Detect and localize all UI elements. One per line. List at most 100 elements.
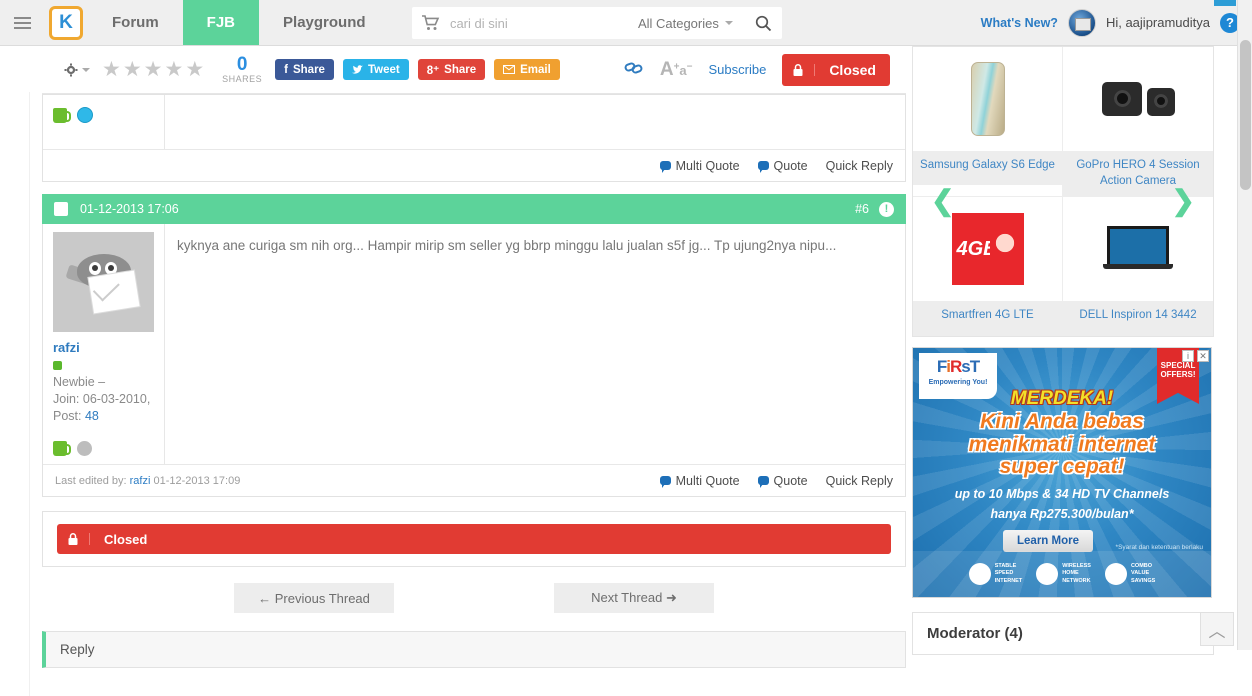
- speed-icon: [969, 563, 991, 585]
- thread-rating[interactable]: ★ ★ ★ ★ ★: [102, 59, 218, 80]
- ad-controls: i ✕: [1182, 350, 1209, 362]
- thread-closed-button[interactable]: Closed: [782, 54, 890, 86]
- share-count-label: SHARES: [218, 74, 266, 84]
- product-card[interactable]: GoPro HERO 4 Session Action Camera: [1063, 47, 1213, 197]
- post-footer: Multi Quote Quote Quick Reply: [43, 149, 905, 181]
- googleplus-share-button[interactable]: 8⁺ Share: [418, 59, 485, 80]
- nav-link-playground[interactable]: Playground: [259, 0, 390, 45]
- chevron-up-icon: ︿: [1209, 617, 1226, 642]
- twitter-share-button[interactable]: Tweet: [343, 59, 409, 80]
- chain-link-icon[interactable]: [624, 60, 644, 79]
- next-thread-button[interactable]: Next Thread ➜: [554, 583, 714, 613]
- post-number[interactable]: #6: [855, 202, 869, 216]
- report-icon[interactable]: !: [879, 202, 894, 217]
- ad-details: up to 10 Mbps & 34 HD TV Channels hanya …: [913, 484, 1211, 524]
- thread-closed-panel: Closed: [42, 511, 906, 567]
- sidebar: Samsung Galaxy S6 Edge GoPro HERO 4 Sess…: [912, 46, 1214, 655]
- ad-brand-tagline: Empowering You!: [919, 379, 997, 386]
- advertisement-banner[interactable]: FiRsT Empowering You! SPECIAL OFFERS! i …: [912, 347, 1212, 598]
- category-select[interactable]: All Categories: [626, 16, 745, 31]
- ad-feature: WIRELESSHOMENETWORK: [1036, 563, 1091, 585]
- smiley-blue-icon[interactable]: [77, 107, 93, 123]
- scrollbar-thumb[interactable]: [1240, 40, 1251, 190]
- mug-icon[interactable]: [53, 441, 67, 456]
- ad-learn-more-button[interactable]: Learn More: [1003, 530, 1093, 552]
- envelope-icon: [503, 65, 515, 74]
- multi-quote-button[interactable]: Multi Quote: [660, 159, 740, 173]
- savings-icon: [1105, 563, 1127, 585]
- product-card[interactable]: 4GB Smartfren 4G LTE: [913, 197, 1063, 336]
- ad-brand-name: FiRsT: [919, 357, 997, 377]
- chevron-right-icon[interactable]: ❯: [1172, 187, 1195, 215]
- product-name[interactable]: Samsung Galaxy S6 Edge: [913, 151, 1062, 185]
- last-edited-prefix: Last edited by:: [55, 475, 127, 487]
- quick-reply-button[interactable]: Quick Reply: [826, 159, 893, 173]
- rating-star[interactable]: ★: [102, 59, 121, 80]
- product-name[interactable]: Smartfren 4G LTE: [913, 301, 1062, 335]
- multi-quote-button[interactable]: Multi Quote: [660, 474, 740, 488]
- whats-new-link[interactable]: What's New?: [981, 16, 1058, 30]
- twitter-share-label: Tweet: [368, 64, 400, 76]
- moderator-panel: Moderator (4): [912, 612, 1214, 655]
- nav-link-fjb[interactable]: FJB: [183, 0, 259, 45]
- googleplus-share-label: Share: [444, 64, 476, 76]
- facebook-share-button[interactable]: f Share: [275, 59, 334, 80]
- speech-bubble-icon: [660, 476, 671, 485]
- post-author-post-count[interactable]: 48: [85, 409, 99, 423]
- quote-button[interactable]: Quote: [758, 159, 808, 173]
- post-actions: Multi Quote Quote Quick Reply: [660, 159, 893, 173]
- thread-tools-button[interactable]: [50, 63, 102, 77]
- default-avatar-icon[interactable]: [53, 232, 154, 332]
- rating-star[interactable]: ★: [144, 59, 163, 80]
- lock-icon: [57, 533, 90, 545]
- ad-close-icon[interactable]: ✕: [1197, 350, 1209, 362]
- product-name[interactable]: DELL Inspiron 14 3442: [1063, 301, 1213, 335]
- rating-star[interactable]: ★: [123, 59, 142, 80]
- quick-reply-button[interactable]: Quick Reply: [826, 474, 893, 488]
- chevron-left-icon[interactable]: ❮: [931, 187, 954, 215]
- post-grid: rafzi Newbie – Join: 06-03-2010, Post: 4…: [43, 224, 905, 464]
- thread-closed-label: Closed: [815, 62, 890, 78]
- left-rail: [0, 92, 30, 696]
- previous-thread-button[interactable]: ← Previous Thread: [234, 583, 394, 613]
- subscribe-link[interactable]: Subscribe: [709, 62, 767, 77]
- ad-subheadline: Kini Anda bebas menikmati internet super…: [913, 411, 1211, 479]
- post-message-text: kyknya ane curiga sm nih org... Hampir m…: [165, 224, 905, 464]
- user-badges: [53, 107, 154, 123]
- product-card[interactable]: DELL Inspiron 14 3442: [1063, 197, 1213, 336]
- search-button[interactable]: [745, 15, 782, 32]
- thread-closed-button-bottom[interactable]: Closed: [57, 524, 891, 554]
- post-6: rafzi Newbie – Join: 06-03-2010, Post: 4…: [42, 224, 906, 497]
- scroll-to-top-button[interactable]: ︿: [1200, 612, 1234, 646]
- hamburger-menu-button[interactable]: [0, 0, 44, 45]
- speech-bubble-icon: [660, 161, 671, 170]
- mug-icon[interactable]: [53, 108, 67, 123]
- thread-closed-bottom-label: Closed: [90, 532, 161, 547]
- post-select-checkbox[interactable]: [54, 202, 68, 216]
- email-share-button[interactable]: Email: [494, 59, 560, 80]
- arrow-left-icon: ←: [258, 591, 271, 606]
- ad-info-icon[interactable]: i: [1182, 350, 1194, 362]
- product-card[interactable]: Samsung Galaxy S6 Edge: [913, 47, 1063, 197]
- rating-star[interactable]: ★: [185, 59, 204, 80]
- post-grid: [43, 95, 905, 149]
- ad-terms-text: *Syarat dan ketentuan berlaku: [1116, 544, 1203, 551]
- search-input[interactable]: [450, 16, 626, 31]
- nav-link-forum[interactable]: Forum: [88, 0, 183, 45]
- site-logo[interactable]: K: [44, 0, 88, 45]
- post-author-join: Join: 06-03-2010,: [53, 391, 154, 408]
- category-select-label: All Categories: [638, 16, 719, 31]
- cart-icon[interactable]: [412, 15, 450, 31]
- last-edited-user[interactable]: rafzi: [130, 475, 151, 487]
- font-size-icon[interactable]: A+a−: [660, 59, 693, 81]
- post-partial: Multi Quote Quote Quick Reply: [42, 94, 906, 182]
- ad-feature-line3: INTERNET: [995, 578, 1023, 584]
- page-scrollbar[interactable]: [1237, 0, 1252, 650]
- ad-feature-line2: HOME: [1062, 570, 1079, 576]
- quote-button[interactable]: Quote: [758, 474, 808, 488]
- phone-image: [913, 47, 1062, 151]
- smiley-gray-icon[interactable]: [77, 441, 92, 456]
- rating-star[interactable]: ★: [164, 59, 183, 80]
- post-author-username[interactable]: rafzi: [53, 340, 154, 355]
- user-avatar[interactable]: [1068, 9, 1096, 37]
